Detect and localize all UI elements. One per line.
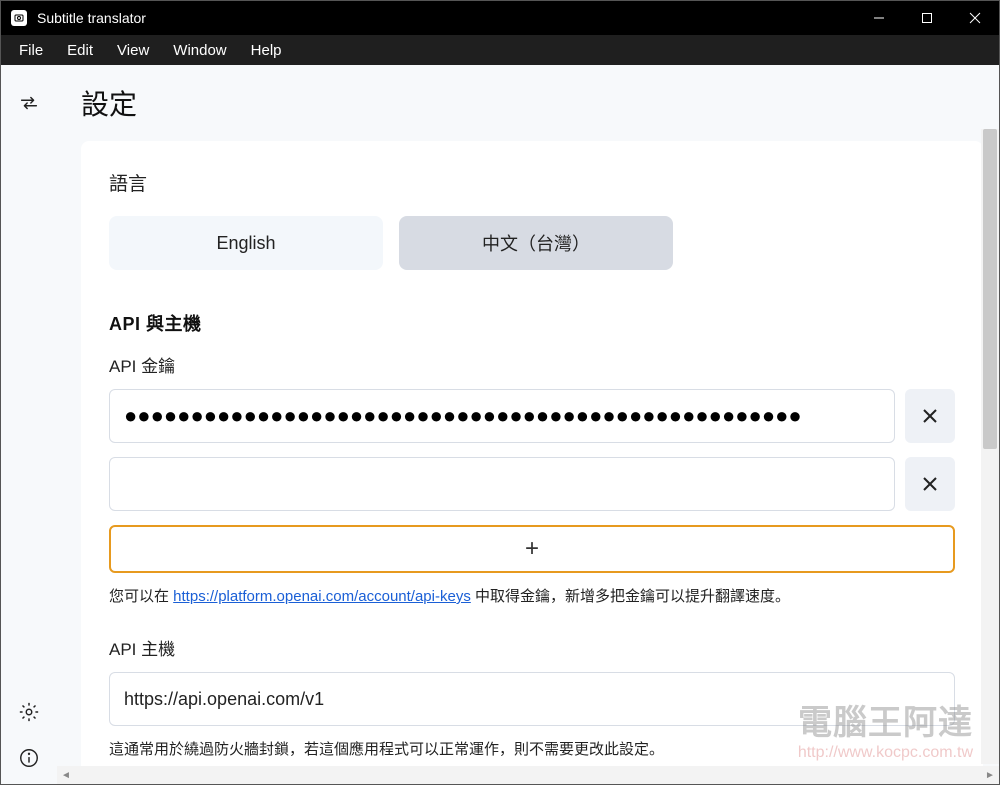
horizontal-scrollbar[interactable]: ◄ ► [57,766,999,784]
menu-window[interactable]: Window [161,38,238,63]
window-titlebar: Subtitle translator [1,1,999,35]
menu-view[interactable]: View [105,38,161,63]
api-key-input-1[interactable] [109,457,895,511]
vertical-scrollbar[interactable] [981,129,999,764]
menu-edit[interactable]: Edit [55,38,105,63]
app-icon [11,10,27,26]
sidebar [1,65,57,784]
api-key-link[interactable]: https://platform.openai.com/account/api-… [173,588,471,605]
window-close-button[interactable] [951,1,999,35]
scroll-left-arrow[interactable]: ◄ [57,766,75,784]
language-option-english[interactable]: English [109,216,383,270]
language-toggle-group: English 中文（台灣） [109,216,955,270]
hint-suffix: 中取得金鑰，新增多把金鑰可以提升翻譯速度。 [471,588,790,605]
api-host-label: API 主機 [109,635,955,660]
window-maximize-button[interactable] [903,1,951,35]
scroll-right-arrow[interactable]: ► [981,766,999,784]
api-key-remove-0[interactable] [905,389,955,443]
close-icon [922,476,938,492]
plus-icon: + [525,535,539,563]
settings-card: 語言 English 中文（台灣） API 與主機 API 金鑰 [81,141,983,766]
sidebar-swap-button[interactable] [9,83,49,123]
menubar: File Edit View Window Help [1,35,999,65]
gear-icon [18,701,40,723]
language-option-zhtw[interactable]: 中文（台灣） [399,216,673,270]
swap-icon [18,92,40,114]
info-icon [18,747,40,769]
api-key-hint: 您可以在 https://platform.openai.com/account… [109,585,955,609]
window-title: Subtitle translator [37,10,855,26]
api-key-input-0[interactable] [109,389,895,443]
page-title: 設定 [81,65,991,141]
language-label: 語言 [109,169,955,196]
menu-help[interactable]: Help [239,38,294,63]
api-key-label: API 金鑰 [109,352,955,377]
sidebar-info-button[interactable] [9,738,49,778]
api-key-row [109,457,955,511]
hint-prefix: 您可以在 [109,588,173,605]
api-host-input[interactable] [109,672,955,726]
sidebar-settings-button[interactable] [9,692,49,732]
api-key-remove-1[interactable] [905,457,955,511]
window-minimize-button[interactable] [855,1,903,35]
api-key-add-button[interactable]: + [109,525,955,573]
api-host-hint: 這通常用於繞過防火牆封鎖，若這個應用程式可以正常運作，則不需要更改此設定。 [109,738,955,762]
api-heading: API 與主機 [109,310,955,336]
scroll-thumb[interactable] [983,129,997,449]
menu-file[interactable]: File [7,38,55,63]
api-key-row [109,389,955,443]
scroll-track[interactable] [75,766,981,784]
close-icon [922,408,938,424]
